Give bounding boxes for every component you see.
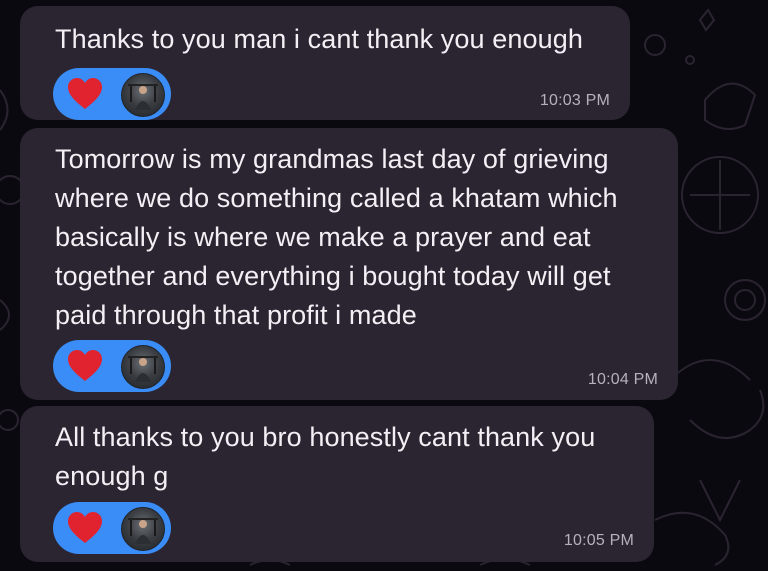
- heart-icon: [68, 512, 102, 543]
- message-timestamp: 10:05 PM: [563, 532, 634, 549]
- reaction-pill[interactable]: [53, 340, 171, 392]
- message-bubble-2[interactable]: Tomorrow is my grandmas last day of grie…: [20, 128, 678, 400]
- message-text: Thanks to you man i cant thank you enoug…: [55, 24, 583, 54]
- reaction-pill[interactable]: [53, 502, 171, 554]
- message-bubble-1[interactable]: Thanks to you man i cant thank you enoug…: [20, 6, 630, 120]
- reaction-pill[interactable]: [53, 68, 171, 120]
- message-text: Tomorrow is my grandmas last day of grie…: [55, 144, 618, 330]
- avatar: [121, 507, 165, 551]
- message-text: All thanks to you bro honestly cant than…: [55, 422, 596, 491]
- heart-icon: [68, 78, 102, 109]
- message-timestamp: 10:03 PM: [539, 92, 610, 109]
- message-bubble-3[interactable]: All thanks to you bro honestly cant than…: [20, 406, 654, 562]
- avatar: [121, 345, 165, 389]
- heart-icon: [68, 350, 102, 381]
- avatar: [121, 73, 165, 117]
- message-timestamp: 10:04 PM: [587, 371, 658, 388]
